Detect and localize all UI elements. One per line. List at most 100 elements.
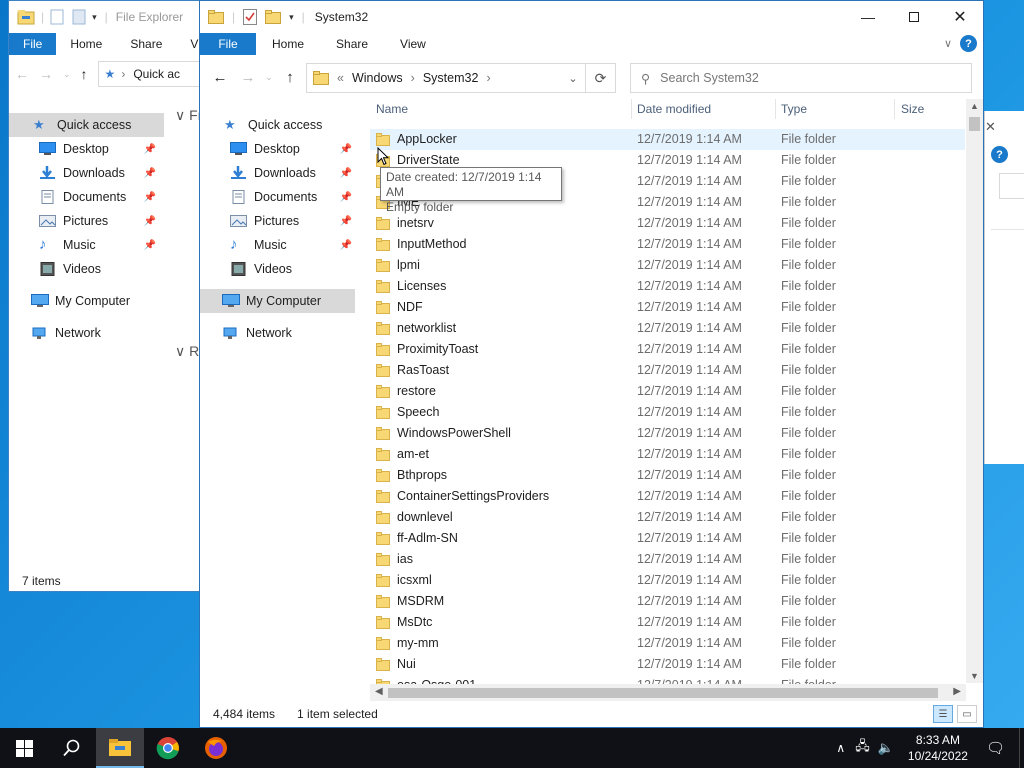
file-row[interactable]: ff-Adlm-SN 12/7/2019 1:14 AM File folder	[370, 528, 965, 549]
large-icons-view-button[interactable]: ▭	[957, 705, 977, 723]
bg-nav-pictures[interactable]: Pictures 📌	[9, 209, 164, 233]
file-row[interactable]: AppLocker 12/7/2019 1:14 AM File folder	[370, 129, 965, 150]
taskbar-chrome[interactable]	[144, 728, 192, 768]
bg-file-tab[interactable]: File	[9, 37, 56, 51]
nav-my-computer[interactable]: My Computer	[200, 289, 355, 313]
minimize-button[interactable]: —	[845, 1, 891, 33]
file-row[interactable]: Nui 12/7/2019 1:14 AM File folder	[370, 654, 965, 675]
file-row[interactable]: downlevel 12/7/2019 1:14 AM File folder	[370, 507, 965, 528]
volume-icon[interactable]: 🔈	[878, 740, 894, 756]
column-separator[interactable]	[775, 99, 776, 119]
properties-icon[interactable]	[243, 9, 258, 25]
nav-network[interactable]: Network	[200, 321, 360, 345]
up-arrow-icon[interactable]: ↑	[81, 66, 88, 82]
pin-icon[interactable]: 📌	[340, 240, 352, 251]
file-row[interactable]: ContainerSettingsProviders 12/7/2019 1:14…	[370, 486, 965, 507]
bg-nav-quick-access[interactable]: ★ Quick access	[9, 113, 164, 137]
address-dropdown-icon[interactable]: ⌄	[561, 72, 585, 85]
share-tab[interactable]: Share	[320, 37, 384, 51]
refresh-button[interactable]: ⟳	[585, 64, 615, 92]
bg-nav-videos[interactable]: Videos	[9, 257, 164, 281]
view-tab[interactable]: View	[384, 37, 442, 51]
bg-title-bar[interactable]: | ▾ | File Explorer	[9, 1, 207, 33]
recent-dropdown-icon[interactable]: ⌄	[63, 69, 71, 80]
file-row[interactable]: WindowsPowerShell 12/7/2019 1:14 AM File f…	[370, 423, 965, 444]
scroll-down-icon[interactable]: ▼	[966, 671, 983, 681]
horizontal-scrollbar[interactable]: ◀ ▶	[370, 684, 966, 701]
quick-access-dropdown-icon[interactable]: ▾	[289, 12, 294, 23]
nav-music[interactable]: ♪ Music 📌	[200, 233, 360, 257]
file-row[interactable]: InputMethod 12/7/2019 1:14 AM File folder	[370, 234, 965, 255]
file-row[interactable]: ProximityToast 12/7/2019 1:14 AM File fold…	[370, 339, 965, 360]
nav-videos[interactable]: Videos	[200, 257, 360, 281]
scroll-up-icon[interactable]: ▲	[966, 101, 983, 111]
file-row[interactable]: am-et 12/7/2019 1:14 AM File folder	[370, 444, 965, 465]
nav-desktop[interactable]: Desktop 📌	[200, 137, 360, 161]
title-bar[interactable]: | ▾ | System32 — ✕	[200, 1, 983, 33]
file-row[interactable]: inetsrv 12/7/2019 1:14 AM File folder	[370, 213, 965, 234]
bg-section-recent[interactable]: ∨ R	[175, 343, 199, 360]
pin-icon[interactable]: 📌	[340, 168, 352, 179]
file-row[interactable]: Speech 12/7/2019 1:14 AM File folder	[370, 402, 965, 423]
show-desktop-button[interactable]	[1019, 728, 1024, 768]
bg-nav-network[interactable]: Network	[9, 321, 164, 345]
back-button[interactable]: ←	[206, 69, 234, 86]
scroll-thumb[interactable]	[969, 117, 980, 131]
pin-icon[interactable]: 📌	[144, 216, 156, 227]
file-row[interactable]: ias 12/7/2019 1:14 AM File folder	[370, 549, 965, 570]
close-button[interactable]: ✕	[937, 1, 983, 33]
column-separator[interactable]	[894, 99, 895, 119]
column-separator[interactable]	[631, 99, 632, 119]
file-row[interactable]: MsDtc 12/7/2019 1:14 AM File folder	[370, 612, 965, 633]
new-folder-icon[interactable]	[265, 10, 282, 24]
scroll-right-icon[interactable]: ▶	[953, 686, 961, 697]
nav-documents[interactable]: Documents 📌	[200, 185, 360, 209]
back-arrow-icon[interactable]: ←	[15, 66, 29, 82]
notifications-icon[interactable]: 🗨	[986, 739, 1005, 757]
search-box[interactable]: ⚲ Search System32	[630, 63, 972, 93]
clock[interactable]: 8:33 AM 10/24/2022	[908, 732, 968, 764]
bg-nav-documents[interactable]: Documents 📌	[9, 185, 164, 209]
scroll-left-icon[interactable]: ◀	[375, 686, 383, 697]
breadcrumb-overflow[interactable]: «	[337, 71, 344, 85]
breadcrumb-system32[interactable]: System32	[423, 71, 479, 85]
chevron-right-icon[interactable]: ›	[411, 71, 415, 85]
bg-nav-my-computer[interactable]: My Computer	[9, 289, 164, 313]
start-button[interactable]	[0, 728, 48, 768]
quick-access-dropdown-icon[interactable]: ▾	[92, 12, 97, 23]
recent-locations-button[interactable]: ⌄	[262, 72, 276, 83]
bg-address-bar[interactable]: ★ › Quick ac	[97, 61, 201, 87]
chevron-right-icon[interactable]: ›	[486, 71, 490, 85]
file-row[interactable]: icsxml 12/7/2019 1:14 AM File folder	[370, 570, 965, 591]
search-button[interactable]	[48, 728, 96, 768]
taskbar-firefox[interactable]	[192, 728, 240, 768]
file-row[interactable]: Bthprops 12/7/2019 1:14 AM File folder	[370, 465, 965, 486]
file-row[interactable]: lpmi 12/7/2019 1:14 AM File folder	[370, 255, 965, 276]
nav-pictures[interactable]: Pictures 📌	[200, 209, 360, 233]
forward-button[interactable]: →	[234, 69, 262, 86]
new-folder-icon[interactable]	[72, 9, 86, 25]
expand-ribbon-icon[interactable]: ∨	[944, 37, 952, 50]
column-name[interactable]: Name	[376, 102, 408, 116]
maximize-button[interactable]	[891, 1, 937, 33]
system32-explorer-window[interactable]: | ▾ | System32 — ✕ File Home Share View …	[199, 0, 984, 728]
taskbar-file-explorer[interactable]	[96, 728, 144, 768]
nav-quick-access[interactable]: ★ Quick access	[200, 113, 360, 137]
up-button[interactable]: ↑	[276, 69, 304, 86]
file-row[interactable]: RasToast 12/7/2019 1:14 AM File folder	[370, 360, 965, 381]
file-row[interactable]: restore 12/7/2019 1:14 AM File folder	[370, 381, 965, 402]
bg-nav-desktop[interactable]: Desktop 📌	[9, 137, 164, 161]
pin-icon[interactable]: 📌	[144, 168, 156, 179]
nav-downloads[interactable]: Downloads 📌	[200, 161, 360, 185]
column-date-modified[interactable]: Date modified	[637, 102, 711, 116]
home-tab[interactable]: Home	[256, 37, 320, 51]
pin-icon[interactable]: 📌	[144, 240, 156, 251]
help-icon[interactable]: ?	[960, 35, 977, 52]
forward-arrow-icon[interactable]: →	[39, 66, 53, 82]
column-size[interactable]: Size	[901, 102, 924, 116]
help-icon[interactable]: ?	[991, 146, 1008, 163]
bg-nav-downloads[interactable]: Downloads 📌	[9, 161, 164, 185]
file-row[interactable]: networklist 12/7/2019 1:14 AM File folder	[370, 318, 965, 339]
details-view-button[interactable]: ☰	[933, 705, 953, 723]
show-hidden-icons-icon[interactable]: ∧	[836, 741, 845, 755]
